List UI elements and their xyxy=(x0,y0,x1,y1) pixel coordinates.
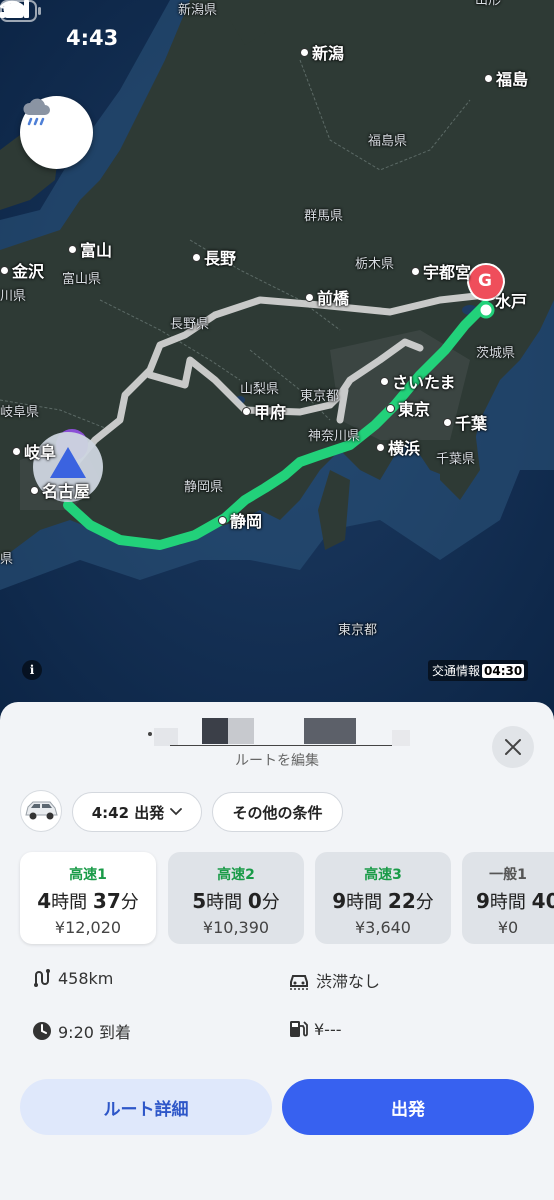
route-cost: ¥3,640 xyxy=(355,918,411,937)
other-conditions-chip[interactable]: その他の条件 xyxy=(212,792,343,832)
route-sheet: ルートを編集 4:42 出発 その他の条件 高速1 4時間 37分 ¥12,02… xyxy=(0,702,554,1200)
map-label-ibaraki-pref: 茨城県 xyxy=(476,346,516,361)
map-label-tochigi-pref: 栃木県 xyxy=(355,257,395,272)
traffic-status: 渋滞なし xyxy=(288,968,380,992)
status-bar: 4:43 xyxy=(0,0,554,70)
map-label-gifu: 岐阜 xyxy=(12,445,56,461)
map-view[interactable]: G 新潟県 新潟 山形 福島 福島県 群馬県 富山 富山県 金沢 川県 長野 栃… xyxy=(0,0,554,720)
close-icon xyxy=(505,739,521,755)
map-label-yamanashi-pref: 山梨県 xyxy=(240,382,280,397)
battery-icon xyxy=(0,0,41,22)
route-type: 高速1 xyxy=(69,867,107,883)
route-duration: 9時間 40 xyxy=(476,889,554,913)
weather-button[interactable] xyxy=(20,96,93,169)
map-label-nagano-pref: 長野県 xyxy=(170,317,210,332)
close-button[interactable] xyxy=(492,726,534,768)
route-distance: 458km xyxy=(32,968,113,988)
map-label-kofu: 甲府 xyxy=(242,405,286,421)
map-label-saitama: さいたま xyxy=(380,375,456,391)
route-preview-strip[interactable] xyxy=(140,718,410,746)
arrival-time: 9:20 到着 xyxy=(32,1019,131,1043)
route-detail-button[interactable]: ルート詳細 xyxy=(20,1079,272,1135)
clock-icon xyxy=(33,1022,51,1040)
map-label-fukushima-pref: 福島県 xyxy=(368,134,408,149)
departure-time-label: 4:42 出発 xyxy=(91,803,165,822)
traffic-info-label: 交通情報 xyxy=(432,664,481,678)
map-label-mito: 水戸 xyxy=(495,292,528,311)
route-duration: 5時間 0分 xyxy=(192,889,280,913)
route-duration: 4時間 37分 xyxy=(37,889,139,913)
map-info-button[interactable]: i xyxy=(22,660,42,680)
fuel-cost: ¥--- xyxy=(288,1019,342,1039)
rain-cloud-icon xyxy=(23,98,50,126)
map-label-nagoya: 名古屋 xyxy=(30,484,90,500)
map-label-tokyo: 東京 xyxy=(386,402,430,418)
goal-marker-label[interactable]: G xyxy=(478,273,492,290)
map-label-maebashi: 前橋 xyxy=(305,291,349,307)
route-card-general-1[interactable]: 一般1 9時間 40 ¥0 xyxy=(462,852,554,944)
map-label-yokohama: 横浜 xyxy=(376,441,420,457)
chevron-down-icon xyxy=(170,808,183,816)
map-label-fukushima: 福島 xyxy=(484,72,528,88)
map-label-gifu-pref: 岐阜県 xyxy=(0,405,40,420)
route-duration: 9時間 22分 xyxy=(332,889,434,913)
route-card-highway-3[interactable]: 高速3 9時間 22分 ¥3,640 xyxy=(315,852,451,944)
map-label-shizuoka-pref: 静岡県 xyxy=(184,480,224,495)
route-card-highway-1[interactable]: 高速1 4時間 37分 ¥12,020 xyxy=(20,852,156,944)
map-label-shizuoka: 静岡 xyxy=(218,514,262,530)
map-label-tokyo-to: 東京都 xyxy=(300,389,340,404)
route-path-icon xyxy=(34,969,50,987)
map-label-chiba-pref: 千葉県 xyxy=(436,452,476,467)
map-label-aichi-pref: 県 xyxy=(0,552,14,567)
status-time: 4:43 xyxy=(66,26,119,50)
map-label-toyama: 富山 xyxy=(68,243,112,259)
vehicle-avatar[interactable] xyxy=(20,790,62,832)
map-label-tokyo-to-island: 東京都 xyxy=(338,623,378,638)
departure-time-chip[interactable]: 4:42 出発 xyxy=(72,792,202,832)
map-label-chiba: 千葉 xyxy=(443,416,487,432)
map-label-kanagawa-pref: 神奈川県 xyxy=(308,429,361,444)
map-label-kanazawa: 金沢 xyxy=(0,264,44,280)
route-type: 一般1 xyxy=(489,867,527,883)
route-cost: ¥10,390 xyxy=(202,918,270,937)
route-cost: ¥12,020 xyxy=(54,918,122,937)
route-type: 高速2 xyxy=(217,867,255,883)
map-label-utsunomiya: 宇都宮 xyxy=(411,265,471,281)
route-card-highway-2[interactable]: 高速2 5時間 0分 ¥10,390 xyxy=(168,852,304,944)
route-cost: ¥0 xyxy=(497,918,519,937)
car-icon xyxy=(25,801,58,820)
route-type: 高速3 xyxy=(364,867,402,883)
map-label-gunma-pref: 群馬県 xyxy=(304,209,344,224)
map-label-toyama-pref: 富山県 xyxy=(62,272,102,287)
edit-route-link[interactable]: ルートを編集 xyxy=(0,750,554,770)
traffic-info-time: 04:30 xyxy=(482,664,525,678)
fuel-pump-icon xyxy=(290,1021,308,1037)
map-label-nagano: 長野 xyxy=(192,251,236,267)
traffic-info-badge[interactable]: 交通情報 04:30 xyxy=(428,660,529,681)
map-label-ishikawa-pref: 川県 xyxy=(0,289,27,304)
traffic-car-icon xyxy=(290,975,308,990)
start-navigation-button[interactable]: 出発 xyxy=(282,1079,534,1135)
